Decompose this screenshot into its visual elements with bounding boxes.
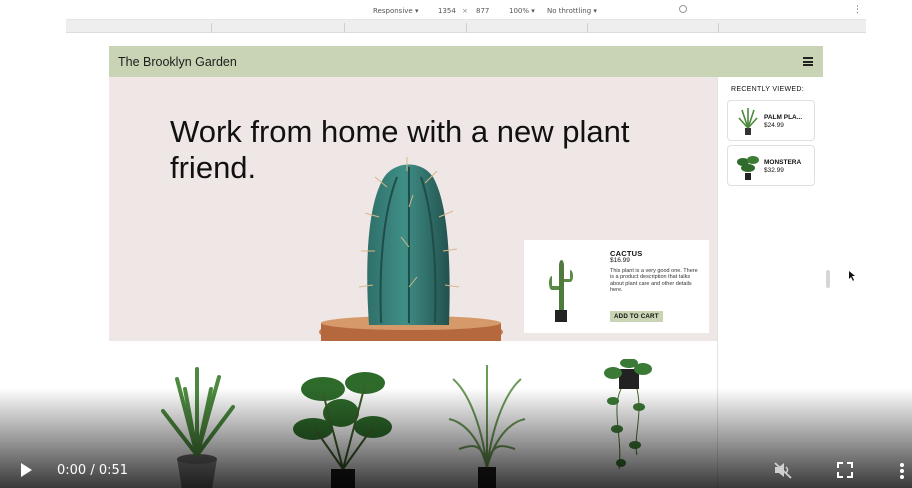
product-description: This plant is a very good one. There is … <box>610 268 698 293</box>
media-query-ruler <box>66 20 866 33</box>
devtools-device-toolbar: Responsive ▾ 1354 × 877 100% ▾ No thrott… <box>66 0 866 20</box>
video-controls: 0:00 / 0:51 <box>0 452 912 488</box>
hamburger-menu-icon[interactable] <box>803 57 813 67</box>
recently-viewed-item[interactable]: MONSTERA $32.99 <box>727 145 815 186</box>
site-navbar: The Brooklyn Garden <box>109 46 823 77</box>
recently-viewed-name: PALM PLA... <box>764 114 803 121</box>
recently-viewed-item[interactable]: PALM PLA... $24.99 <box>727 100 815 141</box>
recently-viewed-heading: RECENTLY VIEWED: <box>731 86 804 93</box>
palm-plant-thumbnail <box>738 108 758 135</box>
monstera-thumbnail <box>737 156 759 180</box>
cactus-image <box>319 157 503 341</box>
rotate-icon[interactable] <box>679 5 687 13</box>
viewport-height-input[interactable]: 877 <box>476 7 489 15</box>
play-icon <box>21 463 32 477</box>
video-time: 0:00 / 0:51 <box>57 463 129 478</box>
dimension-separator: × <box>462 7 468 15</box>
more-vertical-icon <box>900 463 904 479</box>
site-brand[interactable]: The Brooklyn Garden <box>118 55 237 69</box>
viewport-resize-handle[interactable] <box>826 270 830 288</box>
throttling-select[interactable]: No throttling ▾ <box>547 7 597 15</box>
more-options-button[interactable] <box>897 461 907 481</box>
muted-volume-icon <box>774 462 792 479</box>
play-button[interactable] <box>18 462 34 478</box>
hero-section: Work from home with a new plant friend. <box>109 77 717 341</box>
device-mode-select[interactable]: Responsive ▾ <box>373 7 418 15</box>
recently-viewed-price: $32.99 <box>764 167 784 174</box>
add-to-cart-button[interactable]: ADD TO CART <box>610 311 663 322</box>
zoom-select[interactable]: 100% ▾ <box>509 7 535 15</box>
mouse-cursor-icon <box>849 271 855 281</box>
product-price: $16.99 <box>610 257 630 264</box>
cactus-thumbnail-image <box>549 260 573 322</box>
featured-product-card: CACTUS $16.99 This plant is a very good … <box>524 240 709 333</box>
fullscreen-icon <box>837 462 853 478</box>
mute-button[interactable] <box>773 461 793 479</box>
recently-viewed-name: MONSTERA <box>764 159 802 166</box>
recently-viewed-price: $24.99 <box>764 122 784 129</box>
devtools-more-icon[interactable]: ⋮ <box>853 5 862 15</box>
fullscreen-button[interactable] <box>836 461 854 479</box>
viewport-width-input[interactable]: 1354 <box>438 7 456 15</box>
video-frame: Responsive ▾ 1354 × 877 100% ▾ No thrott… <box>0 0 912 488</box>
